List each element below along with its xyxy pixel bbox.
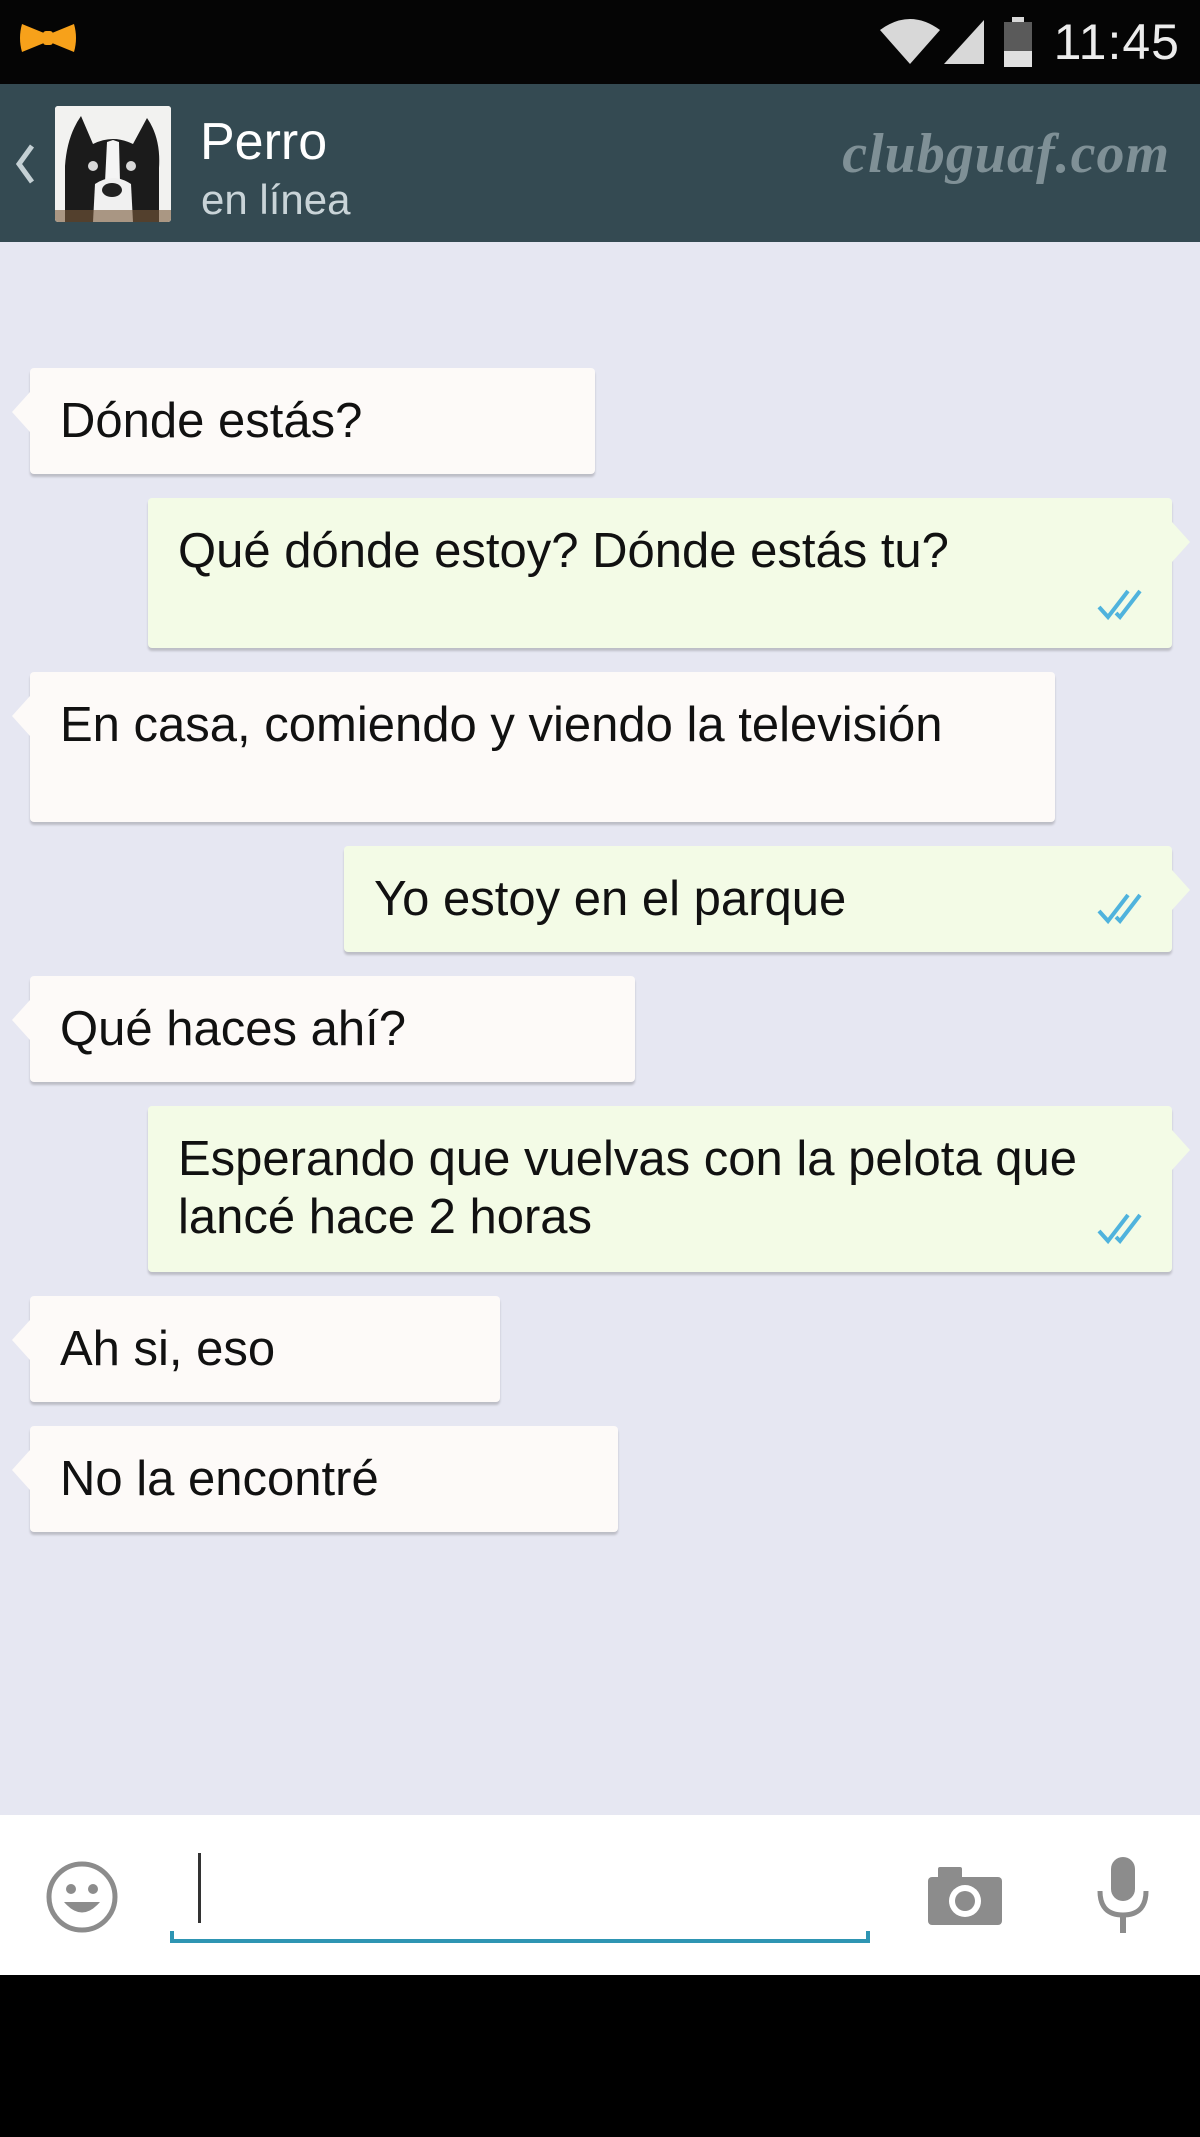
contact-name[interactable]: Perro	[200, 112, 327, 172]
input-underline-edge	[866, 1931, 870, 1943]
message-outgoing[interactable]: Yo estoy en el parque	[344, 846, 1190, 952]
message-incoming[interactable]: Qué haces ahí?	[12, 976, 635, 1082]
camera-icon[interactable]	[926, 1865, 1004, 1932]
double-check-icon	[1096, 1200, 1152, 1258]
wifi-icon	[879, 18, 940, 66]
input-underline-edge	[170, 1931, 174, 1943]
dog-avatar-image	[55, 106, 171, 222]
navigation-bar	[0, 1975, 1200, 2137]
text-cursor	[198, 1853, 201, 1923]
avatar[interactable]	[55, 106, 171, 222]
message-outgoing[interactable]: Qué dónde estoy? Dónde estás tu?	[148, 498, 1190, 648]
message-text: Yo estoy en el parque	[374, 872, 847, 926]
message-input[interactable]	[170, 1851, 870, 1943]
double-check-icon	[1096, 576, 1152, 634]
smiley-icon[interactable]	[44, 1859, 120, 1940]
compose-bar	[0, 1815, 1200, 1975]
message-text: Dónde estás?	[60, 394, 363, 448]
contact-status: en línea	[201, 176, 351, 223]
message-text-line: Esperando que vuelvas con la pelota que	[178, 1132, 1077, 1186]
status-time: 11:45	[1053, 14, 1180, 70]
message-incoming[interactable]: En casa, comiendo y viendo la televisión	[12, 672, 1055, 822]
message-outgoing[interactable]: Esperando que vuelvas con la pelota que …	[148, 1106, 1190, 1272]
message-text: Qué haces ahí?	[60, 1002, 406, 1056]
watermark: clubguaf.com	[842, 123, 1170, 185]
status-bar: 11:45	[0, 0, 1200, 84]
message-text: Qué dónde estoy? Dónde estás tu?	[178, 524, 949, 578]
message-text: No la encontré	[60, 1452, 379, 1506]
signal-icon	[942, 18, 986, 66]
microphone-icon[interactable]	[1092, 1855, 1154, 1944]
battery-icon	[1003, 17, 1032, 67]
double-check-icon	[1096, 880, 1152, 938]
message-text-line: lancé hace 2 horas	[178, 1190, 593, 1244]
message-list[interactable]: Dónde estás? Qué dónde estoy? Dónde está…	[0, 242, 1200, 1815]
message-text: En casa, comiendo y viendo la televisión	[60, 698, 943, 752]
message-incoming[interactable]: No la encontré	[12, 1426, 618, 1532]
chevron-left-icon[interactable]	[14, 142, 36, 191]
chat-header: Perro en línea clubguaf.com	[0, 84, 1200, 244]
message-incoming[interactable]: Dónde estás?	[12, 368, 595, 474]
bow-tie-icon	[18, 22, 78, 59]
message-incoming[interactable]: Ah si, eso	[12, 1296, 500, 1402]
message-text: Ah si, eso	[60, 1322, 276, 1376]
